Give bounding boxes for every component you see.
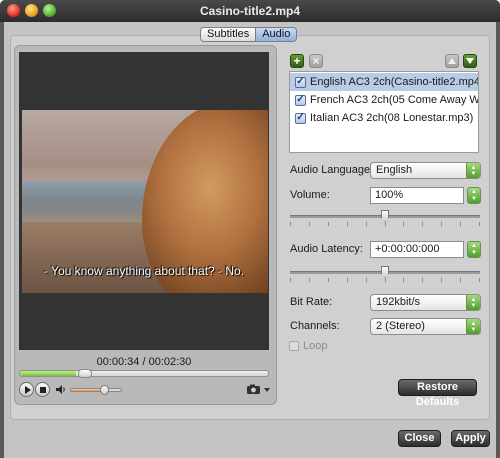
slider-tick xyxy=(479,278,480,282)
arrow-up-icon xyxy=(448,58,456,64)
slider-tick xyxy=(403,278,405,282)
channels-value: 2 (Stereo) xyxy=(376,320,425,332)
bit-rate-select[interactable]: 192kbit/s ▲ ▼ xyxy=(370,294,481,311)
window-title: Casino-title2.mp4 xyxy=(199,4,301,18)
slider-tick xyxy=(327,222,329,226)
volume-field[interactable]: 100% xyxy=(370,187,464,204)
tab-bar: Subtitles Audio xyxy=(200,27,298,42)
slider-tick xyxy=(422,278,424,282)
channels-label: Channels: xyxy=(290,320,340,332)
audio-track-item[interactable]: ✓ Italian AC3 2ch(08 Lonestar.mp3) xyxy=(290,109,478,127)
seek-bar-fill xyxy=(20,371,77,376)
audio-language-label: Audio Language: xyxy=(290,164,374,176)
volume-slider-ticks xyxy=(290,222,480,227)
subtitle-overlay: - You know anything about that? - No. xyxy=(43,264,245,278)
slider-tick xyxy=(460,222,462,226)
stepper-up-icon: ▲ xyxy=(471,188,477,195)
audio-language-select[interactable]: English ▲ ▼ xyxy=(370,162,481,179)
loop-checkbox[interactable] xyxy=(289,341,299,351)
play-icon xyxy=(24,385,31,394)
seek-bar[interactable] xyxy=(19,369,269,378)
slider-tick xyxy=(441,278,443,282)
volume-slider-thumb[interactable] xyxy=(99,385,109,395)
track-label: English AC3 2ch(Casino-title2.mp4) xyxy=(310,76,478,88)
close-button[interactable]: Close xyxy=(398,430,441,447)
volume-slider[interactable] xyxy=(70,385,122,395)
audio-latency-slider-ticks xyxy=(290,278,480,283)
slider-tick xyxy=(479,222,480,226)
slider-tick xyxy=(460,278,462,282)
tab-audio[interactable]: Audio xyxy=(255,28,297,41)
audio-latency-field[interactable]: +0:00:00:000 xyxy=(370,241,464,258)
seek-bar-thumb[interactable] xyxy=(78,369,93,378)
stepper-down-icon: ▼ xyxy=(471,250,477,257)
arrow-down-icon xyxy=(466,58,474,64)
bit-rate-label: Bit Rate: xyxy=(290,296,333,308)
audio-latency-stepper[interactable]: ▲ ▼ xyxy=(467,241,481,258)
slider-tick xyxy=(327,278,329,282)
slider-tick xyxy=(384,222,386,226)
remove-track-button[interactable]: × xyxy=(309,54,323,68)
slider-tick xyxy=(365,222,367,226)
slider-tick xyxy=(441,222,443,226)
slider-tick xyxy=(346,222,348,226)
volume-label: Volume: xyxy=(290,189,330,201)
speaker-icon xyxy=(56,385,65,394)
move-up-button[interactable] xyxy=(445,54,459,68)
loop-label: Loop xyxy=(303,340,328,352)
timecode: 00:00:34 / 00:02:30 xyxy=(96,356,192,368)
audio-track-list: ✓ English AC3 2ch(Casino-title2.mp4) ✓ F… xyxy=(289,71,479,153)
title-bar[interactable]: Casino-title2.mp4 xyxy=(0,0,500,22)
volume-stepper[interactable]: ▲ ▼ xyxy=(467,187,481,204)
chevron-updown-icon: ▲ ▼ xyxy=(466,319,480,334)
snapshot-camera-icon[interactable] xyxy=(246,383,272,395)
slider-tick xyxy=(384,278,386,282)
slider-tick xyxy=(422,222,424,226)
slider-tick xyxy=(403,222,405,226)
app-window: Casino-title2.mp4 Subtitles Audio - You … xyxy=(0,0,500,458)
slider-tick xyxy=(308,278,310,282)
audio-track-item[interactable]: ✓ English AC3 2ch(Casino-title2.mp4) xyxy=(290,73,478,91)
bit-rate-value: 192kbit/s xyxy=(376,296,421,308)
stepper-down-icon: ▼ xyxy=(471,196,477,203)
stop-icon xyxy=(39,386,46,393)
move-down-button[interactable] xyxy=(463,54,477,68)
channels-select[interactable]: 2 (Stereo) ▲ ▼ xyxy=(370,318,481,335)
add-track-button[interactable]: + xyxy=(290,54,304,68)
slider-tick xyxy=(290,222,291,226)
chevron-updown-icon: ▲ ▼ xyxy=(466,295,480,310)
track-label: French AC3 2ch(05 Come Away Wi... xyxy=(310,94,478,106)
track-checkbox[interactable]: ✓ xyxy=(295,94,306,106)
slider-tick xyxy=(365,278,367,282)
audio-latency-label: Audio Latency: xyxy=(290,243,363,255)
close-icon: × xyxy=(312,54,320,68)
stepper-up-icon: ▲ xyxy=(471,242,477,249)
plus-icon: + xyxy=(293,54,301,68)
track-checkbox[interactable]: ✓ xyxy=(295,112,306,124)
track-label: Italian AC3 2ch(08 Lonestar.mp3) xyxy=(310,112,474,124)
audio-track-item[interactable]: ✓ French AC3 2ch(05 Come Away Wi... xyxy=(290,91,478,109)
slider-tick xyxy=(346,278,348,282)
play-button[interactable] xyxy=(19,382,34,397)
apply-button[interactable]: Apply xyxy=(451,430,490,447)
audio-language-value: English xyxy=(376,164,413,176)
stop-button[interactable] xyxy=(35,382,50,397)
slider-tick xyxy=(290,278,291,282)
volume-slider-fill xyxy=(71,389,104,391)
slider-tick xyxy=(308,222,310,226)
tab-subtitles[interactable]: Subtitles xyxy=(201,28,256,41)
track-checkbox[interactable]: ✓ xyxy=(295,76,306,88)
chevron-updown-icon: ▲ ▼ xyxy=(466,163,480,178)
restore-defaults-button[interactable]: Restore Defaults xyxy=(398,379,477,408)
